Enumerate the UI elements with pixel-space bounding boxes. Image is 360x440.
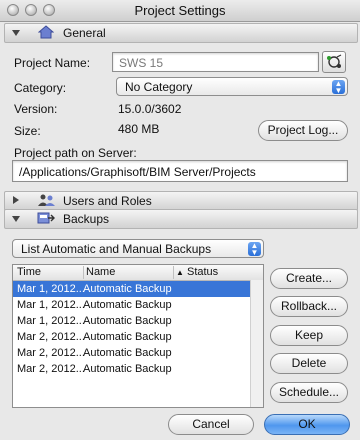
- network-icon: [327, 54, 342, 68]
- disclosure-expanded-icon: [12, 30, 20, 36]
- select-arrows-icon: ▲ ▼: [248, 242, 261, 257]
- column-header-name[interactable]: Name: [83, 266, 115, 279]
- create-backup-button[interactable]: Create...: [270, 268, 348, 289]
- table-row[interactable]: Mar 2, 2012... Automatic Backup: [13, 345, 250, 361]
- project-path-label: Project path on Server:: [14, 146, 137, 160]
- backup-time-cell: Mar 2, 2012...: [17, 347, 85, 359]
- backup-time-cell: Mar 2, 2012...: [17, 363, 85, 375]
- title-bar: Project Settings: [0, 0, 360, 22]
- table-row[interactable]: Mar 1, 2012... Automatic Backup: [13, 297, 250, 313]
- house-icon: [37, 25, 55, 40]
- schedule-button[interactable]: Schedule...: [270, 382, 348, 403]
- column-header-status-label: Status: [186, 266, 219, 278]
- version-label: Version:: [14, 102, 58, 116]
- rollback-button[interactable]: Rollback...: [270, 296, 348, 317]
- ok-button[interactable]: OK: [264, 414, 350, 435]
- section-general-label: General: [63, 26, 106, 40]
- category-label: Category:: [14, 81, 67, 95]
- backup-name-cell: Automatic Backup: [83, 363, 172, 375]
- backup-name-cell: Automatic Backup: [83, 299, 172, 311]
- backup-time-cell: Mar 2, 2012...: [17, 331, 85, 343]
- version-value: 15.0.0/3602: [118, 102, 182, 116]
- table-row[interactable]: Mar 2, 2012... Automatic Backup: [13, 329, 250, 345]
- project-name-field[interactable]: SWS 15: [112, 52, 319, 72]
- backups-table[interactable]: Time Name ▲ Status Mar 1, 2012... Automat…: [12, 264, 264, 408]
- section-general-header[interactable]: General: [4, 23, 358, 43]
- backup-name-cell: Automatic Backup: [83, 315, 172, 327]
- window-title: Project Settings: [134, 3, 226, 18]
- sort-ascending-icon: ▲: [176, 268, 184, 277]
- backup-name-cell: Automatic Backup: [83, 347, 172, 359]
- select-arrows-icon: ▲ ▼: [332, 80, 345, 95]
- project-name-label: Project Name:: [14, 56, 91, 70]
- backup-time-cell: Mar 1, 2012...: [17, 315, 85, 327]
- keep-button[interactable]: Keep: [270, 325, 348, 346]
- table-header: Time Name ▲ Status: [13, 265, 263, 281]
- project-path-field[interactable]: /Applications/Graphisoft/BIM Server/Proj…: [12, 160, 348, 182]
- table-row[interactable]: Mar 1, 2012... Automatic Backup: [13, 281, 250, 297]
- table-row[interactable]: Mar 1, 2012... Automatic Backup: [13, 313, 250, 329]
- backup-filter-select[interactable]: List Automatic and Manual Backups ▲ ▼: [12, 239, 264, 258]
- table-scrollbar[interactable]: [250, 280, 263, 407]
- project-log-button[interactable]: Project Log...: [258, 120, 348, 141]
- size-value: 480 MB: [118, 122, 160, 136]
- backup-icon: [37, 211, 55, 226]
- backup-filter-value: List Automatic and Manual Backups: [21, 242, 212, 256]
- section-users-roles-header[interactable]: Users and Roles: [4, 191, 358, 211]
- disclosure-collapsed-icon: [13, 196, 19, 204]
- delete-button[interactable]: Delete: [270, 353, 348, 374]
- share-project-button[interactable]: [322, 51, 346, 73]
- column-header-status[interactable]: ▲ Status: [173, 266, 218, 279]
- category-value: No Category: [125, 80, 193, 94]
- project-name-value: SWS 15: [119, 56, 164, 70]
- section-backups-label: Backups: [63, 212, 110, 226]
- backup-time-cell: Mar 1, 2012...: [17, 283, 85, 295]
- backup-name-cell: Automatic Backup: [83, 283, 172, 295]
- table-row[interactable]: Mar 2, 2012... Automatic Backup: [13, 361, 250, 377]
- section-backups-header[interactable]: Backups: [4, 209, 358, 229]
- category-select[interactable]: No Category ▲ ▼: [116, 77, 348, 96]
- backup-name-cell: Automatic Backup: [83, 331, 172, 343]
- backup-time-cell: Mar 1, 2012...: [17, 299, 85, 311]
- project-path-value: /Applications/Graphisoft/BIM Server/Proj…: [19, 165, 256, 179]
- disclosure-expanded-icon: [12, 216, 20, 222]
- cancel-button[interactable]: Cancel: [168, 414, 254, 435]
- section-users-roles-label: Users and Roles: [63, 194, 152, 208]
- column-header-time[interactable]: Time: [17, 266, 41, 278]
- users-icon: [37, 193, 55, 208]
- size-label: Size:: [14, 124, 41, 138]
